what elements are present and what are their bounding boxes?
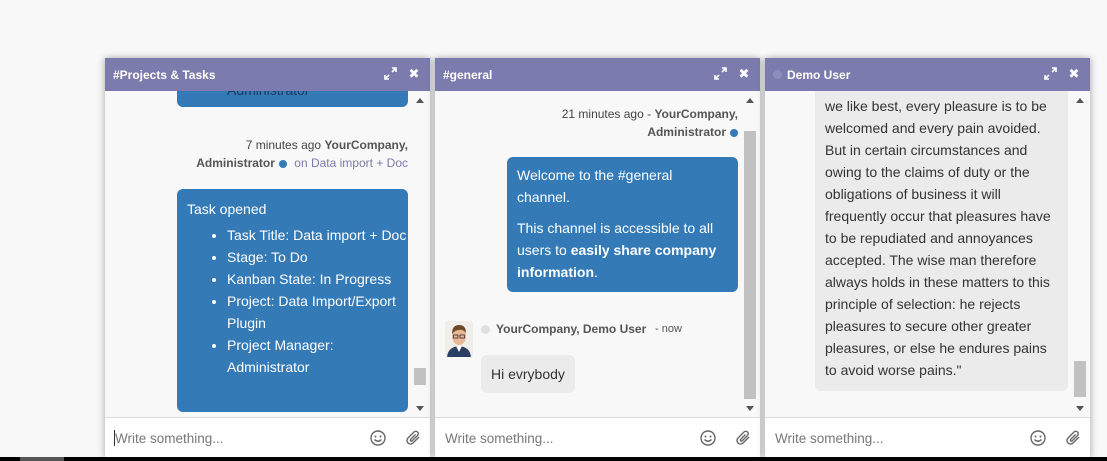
message-line: to avoid worse pains." <box>825 362 962 378</box>
message-line: pleasures to secure other greater <box>825 318 1032 334</box>
message-line: always holds in these matters to this <box>825 274 1050 290</box>
message-paragraph: Welcome to the #general channel. <box>517 167 673 205</box>
message-line: we like best, every pleasure is to be <box>825 98 1047 114</box>
scrollbar[interactable] <box>1074 91 1086 418</box>
list-item: Stage: To Do <box>227 246 408 268</box>
scroll-up-arrow[interactable] <box>1076 98 1084 103</box>
composer <box>435 417 760 458</box>
scroll-down-arrow[interactable] <box>1076 406 1084 411</box>
chat-header[interactable]: Demo User ✖ <box>765 58 1090 91</box>
message-author: YourCompany, <box>324 138 408 152</box>
message-text: Administrator <box>227 91 309 101</box>
chat-thread[interactable]: Administrator 7 minutes ago YourCompany,… <box>105 91 430 418</box>
scroll-down-arrow[interactable] <box>416 406 424 411</box>
paperclip-icon[interactable] <box>405 429 423 447</box>
message-bubble-partial: Administrator <box>177 91 408 107</box>
message-bubble: Task opened Task Title: Data import + Do… <box>177 189 408 412</box>
text-caret <box>114 430 115 446</box>
message-line: principle of selection: he rejects <box>825 296 1021 312</box>
presence-dot <box>773 70 782 79</box>
unread-dot <box>730 129 738 137</box>
list-item: Kanban State: In Progress <box>227 268 408 290</box>
message-heading: Task opened <box>187 201 267 217</box>
close-icon[interactable]: ✖ <box>737 67 751 81</box>
presence-dot <box>481 325 490 334</box>
chat-thread[interactable]: 21 minutes ago - YourCompany, Administra… <box>435 91 760 418</box>
message-input[interactable] <box>113 427 347 449</box>
composer <box>765 417 1090 458</box>
message-input[interactable] <box>443 427 677 449</box>
message-line: to be repudiated and annoyances <box>825 230 1033 246</box>
list-item: Project Manager: Administrator <box>227 334 408 378</box>
scroll-down-arrow[interactable] <box>746 406 754 411</box>
scroll-up-arrow[interactable] <box>416 98 424 103</box>
close-icon[interactable]: ✖ <box>1067 67 1081 81</box>
scrollbar[interactable] <box>414 91 426 418</box>
message-author-line2: Administrator <box>196 156 275 170</box>
chat-title: Demo User <box>787 68 851 82</box>
list-item: Task Title: Data import + Doc <box>227 224 408 246</box>
message-meta: 7 minutes ago YourCompany, Administrator… <box>148 136 408 172</box>
message-line: welcomed and every pain avoided. <box>825 120 1041 136</box>
chat-header[interactable]: #general ✖ <box>435 58 760 91</box>
chat-title: #Projects & Tasks <box>113 68 216 82</box>
message-bubble: Hi evrybody <box>481 355 575 393</box>
message-time: - now <box>655 323 682 335</box>
message-input[interactable] <box>773 427 1007 449</box>
paperclip-icon[interactable] <box>735 429 753 447</box>
chat-window-demo-user: Demo User ✖ we like best, every pleasure… <box>765 58 1090 458</box>
chat-title: #general <box>443 68 493 82</box>
smiley-icon[interactable] <box>699 429 717 447</box>
avatar[interactable] <box>445 321 473 357</box>
unread-dot <box>278 160 287 168</box>
message-bubble: we like best, every pleasure is to be we… <box>815 91 1068 391</box>
close-icon[interactable]: ✖ <box>407 67 421 81</box>
message-bubble: Welcome to the #general channel. This ch… <box>507 157 738 292</box>
task-details-list: Task Title: Data import + Doc Stage: To … <box>187 224 408 378</box>
chat-window-general: #general ✖ 21 minutes ago - YourCompany,… <box>435 58 760 458</box>
message-line: frequently occur that pleasures have <box>825 208 1051 224</box>
scrollbar[interactable] <box>744 91 756 418</box>
smiley-icon[interactable] <box>1029 429 1047 447</box>
chat-thread[interactable]: we like best, every pleasure is to be we… <box>765 91 1090 418</box>
message-author: YourCompany, Demo User <box>496 322 647 336</box>
paperclip-icon[interactable] <box>1065 429 1083 447</box>
scrollbar-thumb[interactable] <box>414 368 426 385</box>
message-time: 7 minutes ago <box>245 138 322 152</box>
record-link[interactable]: on Data import + Doc <box>294 156 408 170</box>
expand-icon[interactable] <box>1043 67 1057 81</box>
scroll-up-arrow[interactable] <box>746 98 754 103</box>
smiley-icon[interactable] <box>369 429 387 447</box>
message-line: But in certain circumstances and <box>825 142 1028 158</box>
message-line: pleasures, or else he endures pains <box>825 340 1047 356</box>
scrollbar-thumb[interactable] <box>1074 361 1086 397</box>
scrollbar-thumb[interactable] <box>744 131 756 399</box>
chat-header[interactable]: #Projects & Tasks ✖ <box>105 58 430 91</box>
list-item: Project: Data Import/Export Plugin <box>227 290 408 334</box>
expand-icon[interactable] <box>383 67 397 81</box>
message-text: . <box>594 264 598 280</box>
message-meta: 21 minutes ago - YourCompany, Administra… <box>478 105 738 141</box>
message-line: owing to the claims of duty or the <box>825 164 1030 180</box>
taskbar-edge <box>0 457 1107 461</box>
message-line: obligations of business it will <box>825 186 1001 202</box>
expand-icon[interactable] <box>713 67 727 81</box>
message-text: Hi evrybody <box>491 366 565 382</box>
message-author: YourCompany, <box>654 107 738 121</box>
chat-window-projects-tasks: #Projects & Tasks ✖ Administrator 7 minu… <box>105 58 430 458</box>
message-time: 21 minutes ago - <box>561 107 655 121</box>
composer <box>105 417 430 458</box>
message-paragraph: This channel is accessible to all users … <box>517 217 728 283</box>
message-line: accepted. The wise man therefore <box>825 252 1037 268</box>
taskbar-segment <box>20 457 64 461</box>
message-author-line2: Administrator <box>647 125 726 139</box>
